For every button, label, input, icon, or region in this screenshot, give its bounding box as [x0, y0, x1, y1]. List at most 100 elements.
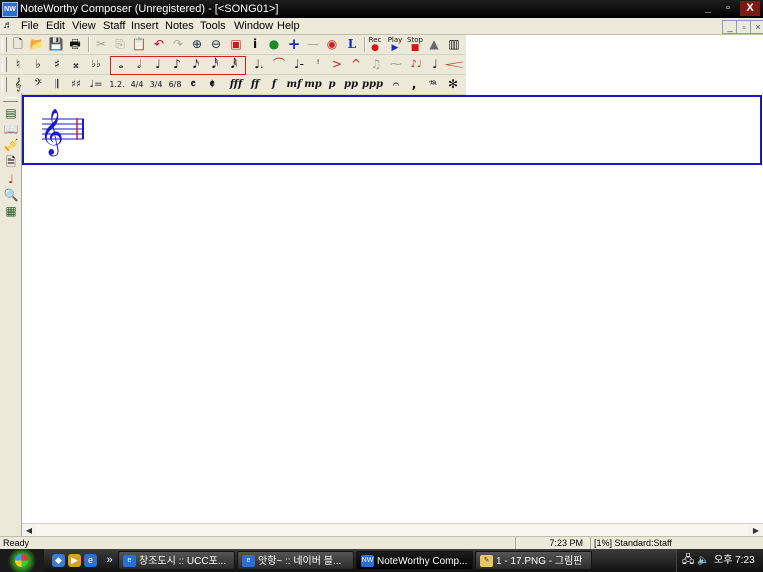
mute-icon[interactable]: ◉: [323, 36, 341, 53]
beam-icon[interactable]: ♩: [426, 56, 444, 73]
dynamic-p-button[interactable]: p: [323, 76, 341, 93]
dynamic-mp-button[interactable]: mp: [304, 76, 322, 93]
note-color-icon[interactable]: ♩: [2, 171, 20, 187]
time-3-4-icon[interactable]: 3/4: [147, 76, 165, 93]
info-icon[interactable]: i: [246, 36, 264, 53]
task-button-noteworthy[interactable]: NW NoteWorthy Comp...: [356, 551, 473, 570]
delete-staff-icon[interactable]: —: [304, 36, 322, 53]
menu-help[interactable]: Help: [277, 19, 300, 33]
stop-button[interactable]: Stop ■: [406, 36, 424, 53]
new-document-icon[interactable]: 🗋: [9, 36, 27, 53]
dynamic-ff-button[interactable]: ff: [246, 76, 264, 93]
network-icon[interactable]: 🖧: [682, 549, 694, 572]
find-icon[interactable]: 🔍: [2, 187, 20, 203]
staff-properties-icon[interactable]: ▣: [227, 36, 245, 53]
menu-notes[interactable]: Notes: [165, 19, 194, 33]
save-icon[interactable]: 💾: [47, 36, 65, 53]
triplet-icon[interactable]: ♪♩: [407, 56, 425, 73]
barline-icon[interactable]: 𝄂: [48, 76, 66, 93]
pedal-release-icon[interactable]: ✻: [444, 76, 462, 93]
dynamic-ppp-button[interactable]: ppp: [362, 76, 383, 93]
metronome-icon[interactable]: ▲: [425, 36, 443, 53]
flat-icon[interactable]: ♭: [29, 56, 47, 73]
tile-view-icon[interactable]: ▦: [2, 203, 20, 219]
redo-icon[interactable]: ↷: [169, 36, 187, 53]
menu-tools[interactable]: Tools: [200, 19, 226, 33]
ending-icon[interactable]: 1.2.: [107, 76, 127, 93]
sharp-icon[interactable]: ♯: [48, 56, 66, 73]
task-button-naver[interactable]: e 앗항~ :: 네이버 블...: [237, 551, 354, 570]
pedal-icon[interactable]: 𝆮: [424, 76, 442, 93]
accent-icon[interactable]: >: [328, 56, 346, 73]
clock[interactable]: 오후 7:23: [714, 549, 755, 572]
mdi-close-button[interactable]: ×: [750, 20, 763, 34]
zoom-in-icon[interactable]: ⊕: [188, 36, 206, 53]
key-signature-icon[interactable]: ♯♯: [67, 76, 85, 93]
toolbar-grip[interactable]: [3, 97, 18, 102]
task-button-ucc[interactable]: e 창조도시 :: UCC포...: [118, 551, 235, 570]
scrollbar-thumb[interactable]: [36, 525, 748, 536]
time-4-4-icon[interactable]: 4/4: [128, 76, 146, 93]
record-button[interactable]: Rec ●: [366, 36, 384, 53]
menu-staff[interactable]: Staff: [103, 19, 125, 33]
staff-manager-icon[interactable]: ▤: [2, 105, 20, 121]
scroll-right-arrow-icon[interactable]: ▶: [750, 525, 762, 536]
slur-icon[interactable]: ⁓: [387, 56, 405, 73]
cut-icon[interactable]: ✂: [92, 36, 110, 53]
double-flat-icon[interactable]: ♭♭: [87, 56, 105, 73]
grace-icon[interactable]: ♫: [367, 56, 385, 73]
toolbar-grip[interactable]: [2, 77, 7, 92]
dynamic-fff-button[interactable]: fff: [227, 76, 245, 93]
paste-icon[interactable]: 📋: [130, 36, 148, 53]
keyboard-icon[interactable]: ▥: [444, 36, 464, 53]
copy-icon[interactable]: ⎘: [111, 36, 129, 53]
print-preview-icon[interactable]: 🗎: [2, 154, 20, 170]
start-button[interactable]: [0, 549, 44, 572]
dynamic-f-button[interactable]: f: [265, 76, 283, 93]
document-icon[interactable]: ♬: [3, 19, 13, 33]
crescendo-icon[interactable]: 𝆒: [445, 56, 463, 73]
print-icon[interactable]: 🖶: [66, 36, 84, 53]
tie-icon[interactable]: ⌒: [270, 56, 288, 73]
scroll-left-arrow-icon[interactable]: ◀: [23, 525, 35, 536]
volume-icon[interactable]: 🔈: [697, 549, 709, 572]
toolbar-grip[interactable]: [2, 37, 7, 52]
quicklaunch-media-icon[interactable]: ▶: [68, 554, 81, 567]
zoom-out-icon[interactable]: ⊖: [207, 36, 225, 53]
restore-button[interactable]: ▫: [718, 1, 738, 16]
dynamic-pp-button[interactable]: pp: [342, 76, 360, 93]
menu-insert[interactable]: Insert: [131, 19, 159, 33]
instrument-icon[interactable]: 🎺: [2, 137, 20, 153]
fermata-icon[interactable]: 𝄐: [387, 76, 405, 93]
dotted-note-icon[interactable]: ♩.: [250, 56, 268, 73]
play-button[interactable]: Play ▶: [386, 36, 404, 53]
double-sharp-icon[interactable]: 𝄪: [67, 56, 85, 73]
menu-window[interactable]: Window: [234, 19, 273, 33]
menu-file[interactable]: File: [21, 19, 39, 33]
globe-icon[interactable]: ●: [265, 36, 283, 53]
time-6-8-icon[interactable]: 6/8: [166, 76, 184, 93]
treble-clef-icon[interactable]: 𝄞: [9, 76, 27, 93]
quicklaunch-ie-icon[interactable]: e: [84, 554, 97, 567]
tempo-icon[interactable]: ♩=: [87, 76, 105, 93]
common-time-icon[interactable]: 𝄴: [184, 76, 202, 93]
task-button-paint[interactable]: ✎ 1 - 17.PNG - 그림판: [475, 551, 592, 570]
open-folder-icon[interactable]: 📂: [28, 36, 46, 53]
menu-edit[interactable]: Edit: [46, 19, 65, 33]
cut-time-icon[interactable]: 𝄵: [203, 76, 221, 93]
minimize-button[interactable]: _: [698, 1, 718, 16]
staff-canvas[interactable]: 𝄞: [24, 97, 760, 163]
breath-mark-icon[interactable]: ,: [405, 76, 423, 93]
lyrics-icon[interactable]: L: [343, 36, 361, 53]
staccato-icon[interactable]: ꜝ: [309, 56, 327, 73]
menu-view[interactable]: View: [72, 19, 96, 33]
dynamic-mf-button[interactable]: mf: [285, 76, 303, 93]
add-staff-icon[interactable]: +: [285, 36, 303, 53]
natural-icon[interactable]: ♮: [9, 56, 27, 73]
bass-clef-icon[interactable]: 𝄢: [29, 76, 47, 93]
quicklaunch-desktop-icon[interactable]: ◆: [52, 554, 65, 567]
staff-editor[interactable]: 𝄞: [22, 95, 762, 165]
marcato-icon[interactable]: ^: [347, 56, 365, 73]
tenuto-icon[interactable]: ♩-: [290, 56, 308, 73]
toolbar-grip[interactable]: [2, 57, 7, 72]
